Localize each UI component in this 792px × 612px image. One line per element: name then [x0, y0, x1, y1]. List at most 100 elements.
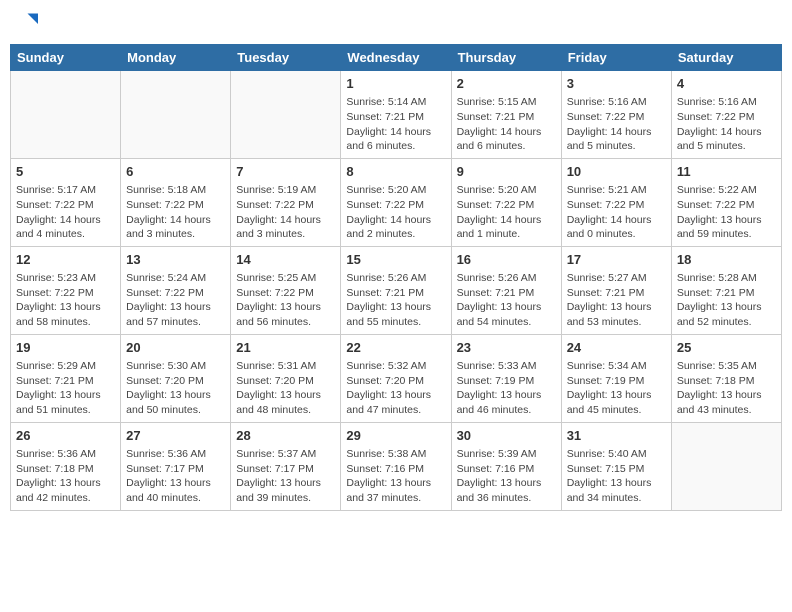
day-number: 13 — [126, 251, 225, 269]
day-number: 28 — [236, 427, 335, 445]
day-info: Sunrise: 5:24 AM Sunset: 7:22 PM Dayligh… — [126, 271, 225, 330]
calendar-cell: 19 Sunrise: 5:29 AM Sunset: 7:21 PM Dayli… — [11, 334, 121, 422]
calendar-cell: 4 Sunrise: 5:16 AM Sunset: 7:22 PM Daylig… — [671, 71, 781, 159]
day-info: Sunrise: 5:22 AM Sunset: 7:22 PM Dayligh… — [677, 183, 776, 242]
day-info: Sunrise: 5:26 AM Sunset: 7:21 PM Dayligh… — [346, 271, 445, 330]
day-number: 17 — [567, 251, 666, 269]
day-number: 23 — [457, 339, 556, 357]
day-info: Sunrise: 5:37 AM Sunset: 7:17 PM Dayligh… — [236, 447, 335, 506]
day-info: Sunrise: 5:19 AM Sunset: 7:22 PM Dayligh… — [236, 183, 335, 242]
day-number: 16 — [457, 251, 556, 269]
day-number: 11 — [677, 163, 776, 181]
calendar-cell: 23 Sunrise: 5:33 AM Sunset: 7:19 PM Dayli… — [451, 334, 561, 422]
day-number: 2 — [457, 75, 556, 93]
day-number: 9 — [457, 163, 556, 181]
day-info: Sunrise: 5:34 AM Sunset: 7:19 PM Dayligh… — [567, 359, 666, 418]
calendar-cell: 8 Sunrise: 5:20 AM Sunset: 7:22 PM Daylig… — [341, 158, 451, 246]
logo-icon — [10, 10, 38, 38]
day-number: 7 — [236, 163, 335, 181]
day-of-week-header: Sunday — [11, 45, 121, 71]
calendar-cell: 10 Sunrise: 5:21 AM Sunset: 7:22 PM Dayli… — [561, 158, 671, 246]
calendar-cell: 27Sunrise: 5:36 AM Sunset: 7:17 PM Dayli… — [121, 422, 231, 510]
day-info: Sunrise: 5:26 AM Sunset: 7:21 PM Dayligh… — [457, 271, 556, 330]
calendar-cell — [671, 422, 781, 510]
calendar-cell: 2 Sunrise: 5:15 AM Sunset: 7:21 PM Daylig… — [451, 71, 561, 159]
day-number: 6 — [126, 163, 225, 181]
day-info: Sunrise: 5:33 AM Sunset: 7:19 PM Dayligh… — [457, 359, 556, 418]
day-number: 5 — [16, 163, 115, 181]
day-of-week-header: Tuesday — [231, 45, 341, 71]
day-info: Sunrise: 5:25 AM Sunset: 7:22 PM Dayligh… — [236, 271, 335, 330]
day-info: Sunrise: 5:30 AM Sunset: 7:20 PM Dayligh… — [126, 359, 225, 418]
day-info: Sunrise: 5:36 AM Sunset: 7:17 PM Dayligh… — [126, 447, 225, 506]
day-number: 10 — [567, 163, 666, 181]
day-info: Sunrise: 5:20 AM Sunset: 7:22 PM Dayligh… — [346, 183, 445, 242]
day-number: 31 — [567, 427, 666, 445]
day-info: Sunrise: 5:17 AM Sunset: 7:22 PM Dayligh… — [16, 183, 115, 242]
day-info: Sunrise: 5:29 AM Sunset: 7:21 PM Dayligh… — [16, 359, 115, 418]
day-info: Sunrise: 5:40 AM Sunset: 7:15 PM Dayligh… — [567, 447, 666, 506]
day-info: Sunrise: 5:38 AM Sunset: 7:16 PM Dayligh… — [346, 447, 445, 506]
logo — [10, 10, 42, 38]
page-header — [10, 10, 782, 38]
day-info: Sunrise: 5:21 AM Sunset: 7:22 PM Dayligh… — [567, 183, 666, 242]
day-number: 30 — [457, 427, 556, 445]
calendar-cell: 5 Sunrise: 5:17 AM Sunset: 7:22 PM Daylig… — [11, 158, 121, 246]
day-info: Sunrise: 5:18 AM Sunset: 7:22 PM Dayligh… — [126, 183, 225, 242]
day-info: Sunrise: 5:28 AM Sunset: 7:21 PM Dayligh… — [677, 271, 776, 330]
day-number: 26 — [16, 427, 115, 445]
calendar-cell: 9Sunrise: 5:20 AM Sunset: 7:22 PM Daylig… — [451, 158, 561, 246]
calendar-cell: 17Sunrise: 5:27 AM Sunset: 7:21 PM Dayli… — [561, 246, 671, 334]
day-number: 14 — [236, 251, 335, 269]
day-number: 3 — [567, 75, 666, 93]
day-of-week-header: Thursday — [451, 45, 561, 71]
calendar-header-row: SundayMondayTuesdayWednesdayThursdayFrid… — [11, 45, 782, 71]
day-info: Sunrise: 5:32 AM Sunset: 7:20 PM Dayligh… — [346, 359, 445, 418]
day-info: Sunrise: 5:16 AM Sunset: 7:22 PM Dayligh… — [677, 95, 776, 154]
day-number: 19 — [16, 339, 115, 357]
day-info: Sunrise: 5:14 AM Sunset: 7:21 PM Dayligh… — [346, 95, 445, 154]
day-of-week-header: Saturday — [671, 45, 781, 71]
calendar-cell: 1 Sunrise: 5:14 AM Sunset: 7:21 PM Daylig… — [341, 71, 451, 159]
calendar-cell: 11 Sunrise: 5:22 AM Sunset: 7:22 PM Dayli… — [671, 158, 781, 246]
day-number: 21 — [236, 339, 335, 357]
calendar-cell: 20 Sunrise: 5:30 AM Sunset: 7:20 PM Dayli… — [121, 334, 231, 422]
calendar-cell: 30 Sunrise: 5:39 AM Sunset: 7:16 PM Dayli… — [451, 422, 561, 510]
day-info: Sunrise: 5:31 AM Sunset: 7:20 PM Dayligh… — [236, 359, 335, 418]
calendar-cell: 12 Sunrise: 5:23 AM Sunset: 7:22 PM Dayli… — [11, 246, 121, 334]
week-row: 12 Sunrise: 5:23 AM Sunset: 7:22 PM Dayli… — [11, 246, 782, 334]
calendar-cell: 16 Sunrise: 5:26 AM Sunset: 7:21 PM Dayli… — [451, 246, 561, 334]
day-number: 24 — [567, 339, 666, 357]
calendar-cell: 6 Sunrise: 5:18 AM Sunset: 7:22 PM Daylig… — [121, 158, 231, 246]
day-number: 15 — [346, 251, 445, 269]
calendar-cell: 28 Sunrise: 5:37 AM Sunset: 7:17 PM Dayli… — [231, 422, 341, 510]
calendar-cell: 15 Sunrise: 5:26 AM Sunset: 7:21 PM Dayli… — [341, 246, 451, 334]
calendar-cell: 18Sunrise: 5:28 AM Sunset: 7:21 PM Dayli… — [671, 246, 781, 334]
day-number: 29 — [346, 427, 445, 445]
calendar-cell: 29 Sunrise: 5:38 AM Sunset: 7:16 PM Dayli… — [341, 422, 451, 510]
calendar-cell: 13 Sunrise: 5:24 AM Sunset: 7:22 PM Dayli… — [121, 246, 231, 334]
day-info: Sunrise: 5:36 AM Sunset: 7:18 PM Dayligh… — [16, 447, 115, 506]
day-info: Sunrise: 5:39 AM Sunset: 7:16 PM Dayligh… — [457, 447, 556, 506]
week-row: 26 Sunrise: 5:36 AM Sunset: 7:18 PM Dayli… — [11, 422, 782, 510]
day-info: Sunrise: 5:23 AM Sunset: 7:22 PM Dayligh… — [16, 271, 115, 330]
day-number: 20 — [126, 339, 225, 357]
day-info: Sunrise: 5:35 AM Sunset: 7:18 PM Dayligh… — [677, 359, 776, 418]
day-number: 4 — [677, 75, 776, 93]
calendar: SundayMondayTuesdayWednesdayThursdayFrid… — [10, 44, 782, 511]
day-of-week-header: Monday — [121, 45, 231, 71]
day-number: 12 — [16, 251, 115, 269]
calendar-cell: 21 Sunrise: 5:31 AM Sunset: 7:20 PM Dayli… — [231, 334, 341, 422]
week-row: 19 Sunrise: 5:29 AM Sunset: 7:21 PM Dayli… — [11, 334, 782, 422]
calendar-cell — [231, 71, 341, 159]
calendar-cell: 26 Sunrise: 5:36 AM Sunset: 7:18 PM Dayli… — [11, 422, 121, 510]
day-number: 1 — [346, 75, 445, 93]
calendar-cell: 22 Sunrise: 5:32 AM Sunset: 7:20 PM Dayli… — [341, 334, 451, 422]
calendar-cell: 7 Sunrise: 5:19 AM Sunset: 7:22 PM Daylig… — [231, 158, 341, 246]
day-info: Sunrise: 5:15 AM Sunset: 7:21 PM Dayligh… — [457, 95, 556, 154]
day-number: 8 — [346, 163, 445, 181]
calendar-cell: 31 Sunrise: 5:40 AM Sunset: 7:15 PM Dayli… — [561, 422, 671, 510]
day-number: 22 — [346, 339, 445, 357]
calendar-cell — [121, 71, 231, 159]
day-number: 25 — [677, 339, 776, 357]
